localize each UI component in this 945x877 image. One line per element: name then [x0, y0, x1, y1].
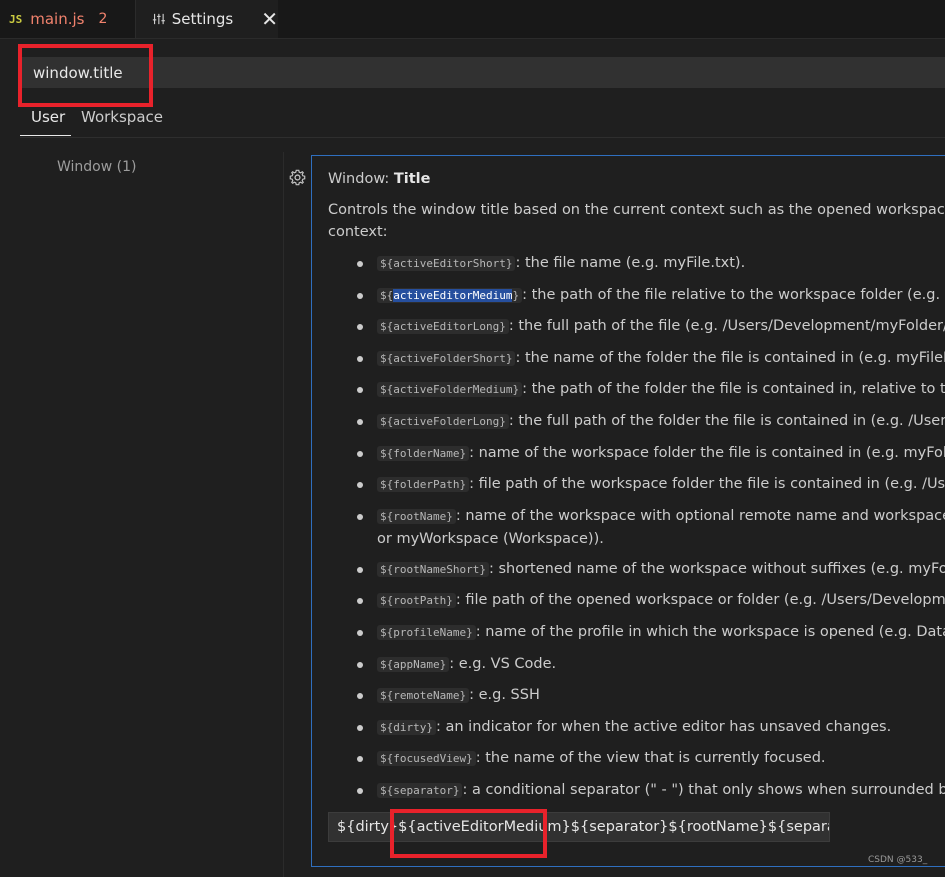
watermark: CSDN @533_	[868, 855, 928, 865]
variable-description: : e.g. SSH	[469, 687, 540, 704]
variable-code: ${profileName}	[377, 624, 476, 640]
variable-description: : name of the profile in which the works…	[475, 623, 945, 640]
variable-code: ${focusedView}	[377, 751, 476, 767]
variable-code: ${rootPath}	[377, 593, 456, 609]
list-item: ${rootNameShort}: shortened name of the …	[357, 558, 945, 590]
setting-name: Title	[393, 171, 431, 187]
variable-description: : the path of the folder the file is con…	[522, 381, 945, 398]
tab-settings[interactable]: Settings ✕	[136, 0, 278, 38]
variable-description: : file path of the workspace folder the …	[469, 476, 945, 493]
tab-workspace[interactable]: Workspace	[81, 108, 163, 126]
tab-main-js[interactable]: JS main.js 2	[0, 0, 136, 38]
variable-description: : shortened name of the workspace withou…	[488, 560, 945, 577]
setting-title: Window: Title	[328, 171, 430, 187]
variable-description: : the full path of the folder the file i…	[508, 412, 945, 429]
toc-item-window[interactable]: Window (1)	[57, 159, 136, 175]
variable-description: : a conditional separator (" - ") that o…	[462, 781, 945, 798]
variable-code: ${folderPath}	[377, 477, 470, 493]
settings-search-box	[20, 57, 945, 88]
tab-main-js-label: main.js	[30, 10, 85, 28]
editor-tab-bar: JS main.js 2 Settings ✕	[0, 0, 945, 39]
list-item: ${activeFolderLong}: the full path of th…	[357, 410, 945, 442]
selected-text: activeEditorMedium	[393, 288, 513, 302]
list-item: ${rootPath}: file path of the opened wor…	[357, 589, 945, 621]
settings-scope-tabs: User Workspace	[20, 103, 945, 138]
list-item: ${focusedView}: the name of the view tha…	[357, 747, 945, 779]
variable-description: : the name of the view that is currently…	[475, 750, 826, 767]
variable-description: : name of the workspace with optional re…	[455, 507, 945, 524]
active-tab-underline	[20, 135, 71, 136]
variables-list: ${activeEditorShort}: the file name (e.g…	[357, 252, 945, 811]
variable-description: : the full path of the file (e.g. /Users…	[508, 318, 945, 335]
variable-description: : the file name (e.g. myFile.txt).	[515, 255, 746, 271]
list-item: ${separator}: a conditional separator ("…	[357, 779, 945, 811]
gear-icon[interactable]	[289, 169, 306, 186]
list-item: ${activeEditorShort}: the file name (e.g…	[357, 252, 945, 284]
variable-code: ${folderName}	[377, 445, 470, 461]
variable-code: ${remoteName}	[377, 688, 470, 704]
settings-sliders-icon	[152, 13, 165, 25]
variable-description: : an indicator for when the active edito…	[435, 718, 892, 735]
list-item: ${remoteName}: e.g. SSH	[357, 684, 945, 716]
list-item: ${activeFolderMedium}: the path of the f…	[357, 378, 945, 410]
variable-code: ${activeEditorMedium}	[377, 287, 523, 303]
variable-code: ${activeEditorShort}	[377, 256, 516, 271]
settings-search-input[interactable]	[20, 57, 920, 88]
variable-suffix: }	[512, 288, 520, 302]
description-line-1: Controls the window title based on the c…	[328, 202, 945, 218]
setting-description: Controls the window title based on the c…	[328, 199, 945, 243]
javascript-file-icon: JS	[9, 12, 23, 26]
variable-code: ${appName}	[377, 656, 450, 672]
variable-code: ${rootNameShort}	[377, 561, 489, 577]
tab-user[interactable]: User	[31, 108, 65, 126]
variable-description: : file path of the opened workspace or f…	[455, 592, 945, 609]
list-item: ${dirty}: an indicator for when the acti…	[357, 716, 945, 748]
variable-description-continued: or myWorkspace (Workspace)).	[377, 530, 604, 547]
list-item: ${activeFolderShort}: the name of the fo…	[357, 347, 945, 379]
variable-description: : name of the workspace folder the file …	[469, 444, 945, 461]
variable-code: ${dirty}	[377, 719, 436, 735]
setting-category: Window:	[328, 171, 394, 187]
list-item: ${profileName}: name of the profile in w…	[357, 621, 945, 653]
list-item: ${rootName}: name of the workspace with …	[357, 505, 945, 558]
list-item: ${folderPath}: file path of the workspac…	[357, 473, 945, 505]
variable-description: : e.g. VS Code.	[449, 655, 557, 672]
variable-code: ${activeFolderMedium}	[377, 382, 523, 398]
list-item: ${appName}: e.g. VS Code.	[357, 653, 945, 685]
toc-divider	[283, 152, 284, 877]
variable-code: ${rootName}	[377, 508, 456, 524]
variable-prefix: ${	[380, 288, 394, 302]
variable-code: ${separator}	[377, 782, 463, 798]
list-item: ${activeEditorLong}: the full path of th…	[357, 315, 945, 347]
variable-code: ${activeFolderLong}	[377, 413, 509, 429]
variable-description: : the path of the file relative to the w…	[522, 286, 945, 303]
variable-code: ${activeFolderShort}	[377, 350, 516, 366]
tab-settings-label: Settings	[171, 10, 234, 28]
window-title-value-input[interactable]: ${dirty}${activeEditorMedium}${separator…	[328, 812, 830, 842]
variable-code: ${activeEditorLong}	[377, 319, 509, 335]
list-item: ${folderName}: name of the workspace fol…	[357, 442, 945, 474]
list-item: ${activeEditorMedium}: the path of the f…	[357, 284, 945, 316]
problem-count-badge: 2	[98, 11, 108, 27]
variable-description: : the name of the folder the file is con…	[515, 349, 945, 366]
close-icon[interactable]: ✕	[261, 9, 278, 29]
description-line-2: context:	[328, 224, 388, 240]
